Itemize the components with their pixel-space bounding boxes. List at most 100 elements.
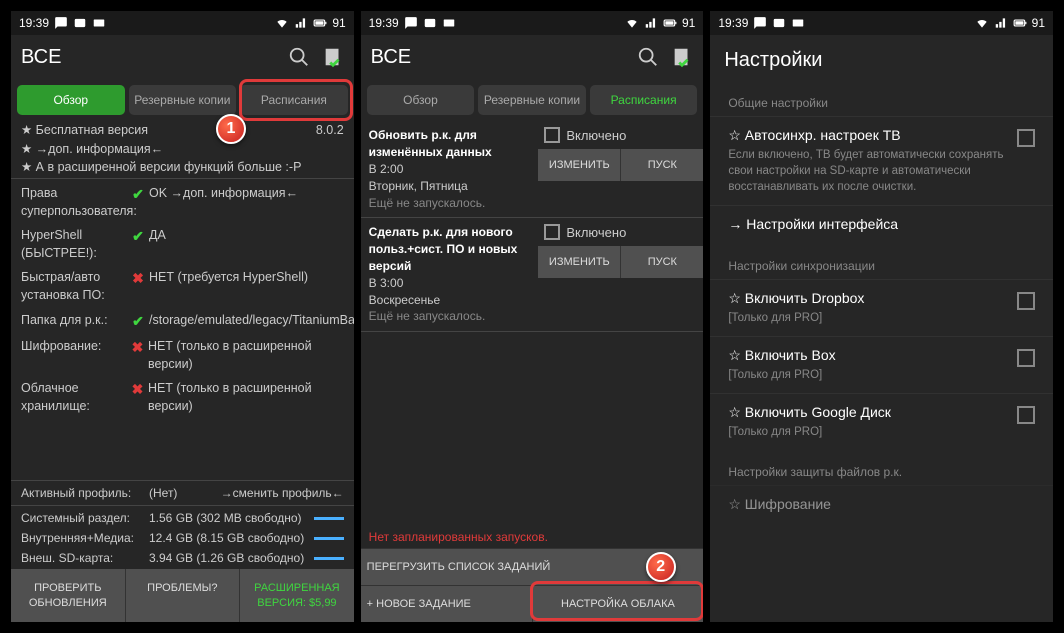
profile-value: (Нет) — [149, 486, 221, 500]
section-general: Общие настройки — [710, 82, 1053, 116]
pro-version-button[interactable]: РАСШИРЕННАЯ ВЕРСИЯ: $5,99 — [240, 569, 354, 622]
badge-1: 1 — [216, 114, 246, 144]
box-item[interactable]: ☆ Включить Box [Только для PRO] — [710, 336, 1053, 393]
task-title: Сделать р.к. для нового польз.+сист. ПО … — [369, 224, 531, 274]
battery-icon — [1013, 16, 1027, 30]
sd-bar — [314, 557, 344, 560]
chat-icon — [54, 16, 68, 30]
run-button[interactable]: ПУСК — [621, 246, 703, 278]
msg-icon — [772, 16, 786, 30]
ui-settings-item[interactable]: → Настройки интерфейса — [710, 205, 1053, 245]
tabs: Обзор Резервные копии Расписания — [361, 79, 704, 121]
screen-settings: 19:39 91 Настройки Общие настройки ☆ Авт… — [709, 10, 1054, 623]
pro-only: [Только для PRO] — [728, 367, 1007, 383]
tab-overview[interactable]: Обзор — [367, 85, 475, 115]
battery-pct: 91 — [1032, 16, 1045, 30]
sd-value: 3.94 GB (1.26 GB свободно) — [149, 551, 310, 565]
badge-2: 2 — [646, 552, 676, 582]
signal-icon — [644, 16, 658, 30]
task-last: Ещё не запускалось. — [369, 195, 531, 212]
search-icon[interactable] — [288, 46, 310, 68]
app-title: ВСЕ — [21, 46, 61, 69]
check-icon: ✔ — [131, 311, 145, 331]
task-time: В 3:00 — [369, 275, 531, 292]
settings-title: Настройки — [710, 35, 1053, 82]
sys-bar — [314, 517, 344, 520]
hyper-value: ДА — [149, 226, 166, 244]
signal-icon — [994, 16, 1008, 30]
encryption-item[interactable]: ☆ Шифрование — [710, 485, 1053, 526]
ext-note: ★ А в расширенной версии функций больше … — [21, 158, 344, 176]
tab-overview[interactable]: Обзор — [17, 85, 125, 115]
tab-schedules[interactable]: Расписания — [240, 85, 348, 115]
check-doc-icon[interactable] — [322, 46, 344, 68]
bottom-bar: ПРОВЕРИТЬ ОБНОВЛЕНИЯ ПРОБЛЕМЫ? РАСШИРЕНН… — [11, 569, 354, 622]
pro-only: [Только для PRO] — [728, 310, 1007, 326]
folder-value: /storage/emulated/legacy/TitaniumBackup — [149, 311, 355, 329]
cloud-label: Облачное хранилище: — [21, 379, 131, 415]
enabled-label: Включено — [566, 128, 626, 143]
cross-icon: ✖ — [131, 379, 144, 399]
enc-label: Шифрование: — [21, 337, 131, 355]
app-bar: ВСЕ — [361, 35, 704, 79]
enabled-checkbox[interactable] — [544, 224, 560, 240]
screen-overview: 19:39 91 ВСЕ Обзор Резервные копии Распи… — [10, 10, 355, 623]
clock: 19:39 — [718, 16, 748, 30]
task-title: Обновить р.к. для изменённых данных — [369, 127, 531, 161]
tab-schedules[interactable]: Расписания — [590, 85, 698, 115]
autosync-title: ☆ Автосинхр. настроек TB — [728, 127, 1007, 144]
box-title: ☆ Включить Box — [728, 347, 1007, 364]
battery-pct: 91 — [682, 16, 695, 30]
root-label: Права суперпользователя: — [21, 184, 131, 220]
new-task-button[interactable]: + НОВОЕ ЗАДАНИЕ — [361, 586, 533, 622]
ui-settings-title: → Настройки интерфейса — [728, 216, 1035, 232]
section-protect: Настройки защиты файлов р.к. — [710, 451, 1053, 485]
card-icon — [92, 16, 106, 30]
chat-icon — [753, 16, 767, 30]
enabled-checkbox[interactable] — [544, 127, 560, 143]
sd-label: Внеш. SD-карта: — [21, 551, 149, 565]
check-icon: ✔ — [131, 184, 145, 204]
autosync-checkbox[interactable] — [1017, 129, 1035, 147]
wifi-icon — [275, 16, 289, 30]
check-doc-icon[interactable] — [671, 46, 693, 68]
search-icon[interactable] — [637, 46, 659, 68]
sys-value: 1.56 GB (302 MB свободно) — [149, 511, 310, 525]
dropbox-checkbox[interactable] — [1017, 292, 1035, 310]
problems-button[interactable]: ПРОБЛЕМЫ? — [126, 569, 241, 622]
enc-value: НЕТ (только в расширенной версии) — [148, 337, 344, 373]
change-profile[interactable]: →сменить профиль← — [221, 486, 344, 500]
gdrive-checkbox[interactable] — [1017, 406, 1035, 424]
tab-backups[interactable]: Резервные копии — [129, 85, 237, 115]
dropbox-title: ☆ Включить Dropbox — [728, 290, 1007, 307]
no-runs-text: Нет запланированных запусков. — [361, 526, 704, 548]
auto-value: НЕТ (требуется HyperShell) — [149, 268, 308, 286]
gdrive-item[interactable]: ☆ Включить Google Диск[Только для PRO] — [710, 393, 1053, 450]
cloud-settings-button[interactable]: НАСТРОЙКА ОБЛАКА — [533, 586, 704, 622]
battery-icon — [313, 16, 327, 30]
hyper-label: HyperShell (БЫСТРЕЕ!): — [21, 226, 131, 262]
auto-label: Быстрая/авто установка ПО: — [21, 268, 131, 304]
status-bar: 19:39 91 — [710, 11, 1053, 35]
tabs: Обзор Резервные копии Расписания — [11, 79, 354, 121]
free-version: ★ Бесплатная версия — [21, 121, 148, 139]
more-info-link[interactable]: ★ →доп. информация← — [21, 140, 344, 158]
edit-button[interactable]: ИЗМЕНИТЬ — [538, 246, 621, 278]
schedule-item: Обновить р.к. для изменённых данных В 2:… — [361, 121, 704, 218]
edit-button[interactable]: ИЗМЕНИТЬ — [538, 149, 621, 181]
cross-icon: ✖ — [131, 268, 145, 288]
status-bar: 19:39 91 — [361, 11, 704, 35]
run-button[interactable]: ПУСК — [621, 149, 703, 181]
autosync-item[interactable]: ☆ Автосинхр. настроек TBЕсли включено, T… — [710, 116, 1053, 205]
dropbox-item[interactable]: ☆ Включить Dropbox [Только для PRO] — [710, 279, 1053, 336]
signal-icon — [294, 16, 308, 30]
task-days: Вторник, Пятница — [369, 178, 531, 195]
app-version: 8.0.2 — [316, 121, 344, 139]
overview-content: ★ Бесплатная версия 8.0.2 ★ →доп. информа… — [11, 121, 354, 424]
check-updates-button[interactable]: ПРОВЕРИТЬ ОБНОВЛЕНИЯ — [11, 569, 126, 622]
box-checkbox[interactable] — [1017, 349, 1035, 367]
task-time: В 2:00 — [369, 161, 531, 178]
enabled-label: Включено — [566, 225, 626, 240]
battery-pct: 91 — [332, 16, 345, 30]
tab-backups[interactable]: Резервные копии — [478, 85, 586, 115]
